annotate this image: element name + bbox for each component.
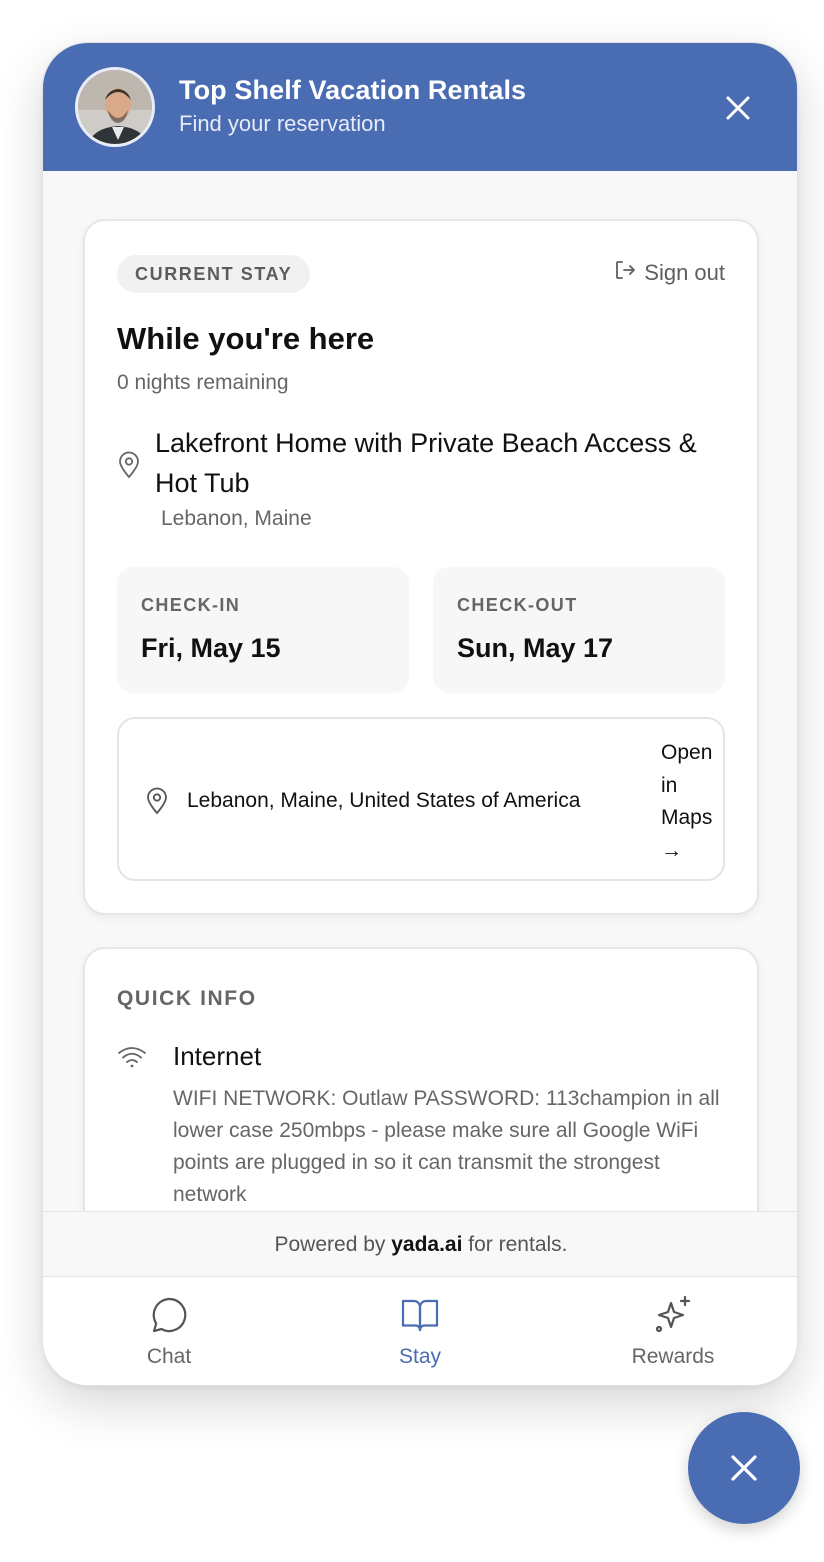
current-stay-card: CURRENT STAY Sign out While you're here …: [83, 219, 759, 915]
header-title: Top Shelf Vacation Rentals: [179, 75, 527, 105]
location-pin-icon: [117, 451, 141, 484]
quick-info-label: QUICK INFO: [117, 987, 257, 1010]
internet-title: Internet: [173, 1041, 262, 1071]
check-out-box: CHECK-OUT Sun, May 17: [433, 567, 725, 693]
powered-prefix: Powered by: [274, 1233, 386, 1256]
tab-chat-label: Chat: [146, 1345, 192, 1368]
tab-stay-label: Stay: [398, 1345, 442, 1368]
check-in-label: CHECK-IN: [141, 595, 241, 615]
open-in-maps-link[interactable]: Open in Maps →: [661, 737, 725, 867]
chat-bubble-icon: [89, 1295, 249, 1335]
powered-suffix: for rentals.: [468, 1233, 568, 1256]
check-in-box: CHECK-IN Fri, May 15: [117, 567, 409, 693]
close-icon: [731, 1455, 757, 1481]
property-name: Lakefront Home with Private Beach Access…: [155, 428, 697, 498]
header-subtitle: Find your reservation: [179, 111, 386, 136]
stay-content[interactable]: CURRENT STAY Sign out While you're here …: [43, 171, 797, 1211]
tab-chat[interactable]: Chat: [89, 1295, 249, 1369]
property-location: Lebanon, Maine: [161, 507, 312, 530]
tab-stay[interactable]: Stay: [340, 1295, 500, 1369]
close-icon[interactable]: [721, 91, 755, 125]
sign-out-button[interactable]: Sign out: [614, 259, 725, 287]
powered-by-footer: Powered by yada.ai for rentals.: [43, 1211, 797, 1277]
sparkles-icon: [593, 1295, 753, 1335]
sign-out-label: Sign out: [644, 260, 725, 285]
chat-widget: Top Shelf Vacation Rentals Find your res…: [42, 42, 798, 1386]
nights-remaining: 0 nights remaining: [117, 371, 289, 394]
book-open-icon: [340, 1295, 500, 1335]
address-box: Lebanon, Maine, United States of America…: [117, 717, 725, 881]
check-out-label: CHECK-OUT: [457, 595, 578, 615]
check-in-date: Fri, May 15: [141, 633, 281, 663]
internet-details: WIFI NETWORK: Outlaw PASSWORD: 113champi…: [173, 1087, 720, 1206]
bottom-tab-bar: Chat Stay Rewards: [43, 1277, 797, 1385]
close-chat-button[interactable]: [688, 1412, 800, 1524]
current-stay-badge: CURRENT STAY: [117, 255, 311, 293]
tab-rewards-label: Rewards: [631, 1345, 715, 1368]
check-out-date: Sun, May 17: [457, 633, 614, 663]
widget-header: Top Shelf Vacation Rentals Find your res…: [43, 43, 797, 171]
avatar: [75, 67, 155, 147]
tab-rewards[interactable]: Rewards: [593, 1295, 753, 1369]
address-text: Lebanon, Maine, United States of America: [187, 789, 581, 812]
address-pin-icon: [145, 787, 169, 820]
wifi-icon: [117, 1045, 147, 1074]
stay-title: While you're here: [117, 321, 375, 356]
sign-out-icon: [614, 259, 636, 287]
quick-info-card: QUICK INFO Internet WIFI NETWORK: Outlaw…: [83, 947, 759, 1211]
powered-brand[interactable]: yada.ai: [391, 1233, 462, 1256]
